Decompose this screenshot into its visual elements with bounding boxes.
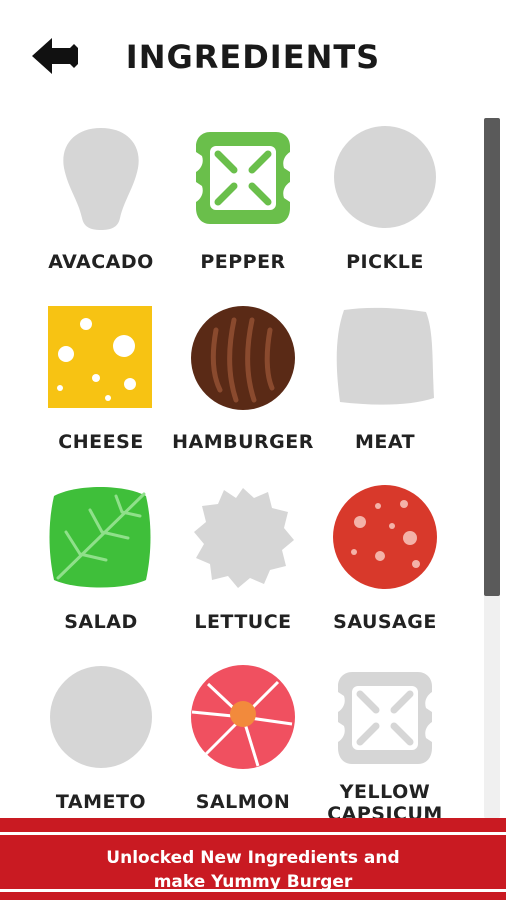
ingredient-label: HAMBURGER	[172, 431, 314, 453]
avocado-icon	[63, 128, 139, 230]
promo-banner[interactable]: Unlocked New Ingredients and make Yummy …	[0, 818, 506, 900]
pepper-icon	[196, 132, 290, 224]
ingredient-pepper[interactable]: PEPPER	[168, 116, 318, 296]
ingredient-meat[interactable]: MEAT	[310, 296, 460, 476]
banner-text: Unlocked New Ingredients and make Yummy …	[0, 846, 506, 894]
ingredient-label: PICKLE	[346, 251, 424, 273]
scrollbar-track[interactable]	[484, 118, 500, 818]
header-bar: INGREDIENTS	[0, 0, 506, 110]
banner-line-1: Unlocked New Ingredients and	[106, 848, 400, 868]
ingredient-cheese[interactable]: CHEESE	[26, 296, 176, 476]
ingredient-lettuce[interactable]: LETTUCE	[168, 476, 318, 656]
ingredient-label: YELLOW CAPSICUM	[327, 781, 443, 818]
ingredient-salad[interactable]: SALAD	[26, 476, 176, 656]
ingredient-label: PEPPER	[200, 251, 286, 273]
yellow-capsicum-icon	[338, 672, 432, 764]
salad-leaf-icon	[49, 487, 151, 588]
ingredient-salmon[interactable]: SALMON	[168, 656, 318, 818]
sausage-slice-icon	[333, 485, 437, 589]
back-button[interactable]	[30, 34, 82, 78]
ingredient-tameto[interactable]: TAMETO	[26, 656, 176, 818]
page-title: INGREDIENTS	[125, 38, 381, 76]
ingredient-label: MEAT	[354, 431, 416, 453]
pickle-icon	[334, 126, 436, 228]
ingredient-label: LETTUCE	[194, 611, 292, 633]
ingredient-avacado[interactable]: AVACADO	[26, 116, 176, 296]
salmon-icon	[191, 665, 295, 769]
ingredient-hamburger[interactable]: HAMBURGER	[168, 296, 318, 476]
tomato-icon	[50, 666, 152, 768]
ingredient-label: TAMETO	[55, 791, 147, 813]
hamburger-patty-icon	[191, 306, 295, 410]
ingredient-label: SALAD	[64, 611, 138, 633]
meat-icon	[336, 307, 434, 405]
lettuce-icon	[194, 488, 294, 588]
cheese-icon	[48, 306, 152, 408]
ingredient-label: SALMON	[195, 791, 291, 813]
ingredient-sausage[interactable]: SAUSAGE	[310, 476, 460, 656]
ingredient-label: AVACADO	[48, 251, 154, 273]
ingredients-grid: AVACADO PEPPER PICKLE CHEESE HAMBURGER M…	[0, 110, 478, 818]
ingredient-label: CHEESE	[58, 431, 144, 453]
arrow-left-icon	[32, 38, 78, 74]
ingredient-label: SAUSAGE	[333, 611, 437, 633]
ingredient-pickle[interactable]: PICKLE	[310, 116, 460, 296]
banner-line-2: make Yummy Burger	[153, 872, 353, 892]
ingredient-yellow-capsicum[interactable]: YELLOW CAPSICUM	[310, 656, 460, 818]
scrollbar-thumb[interactable]	[484, 118, 500, 596]
